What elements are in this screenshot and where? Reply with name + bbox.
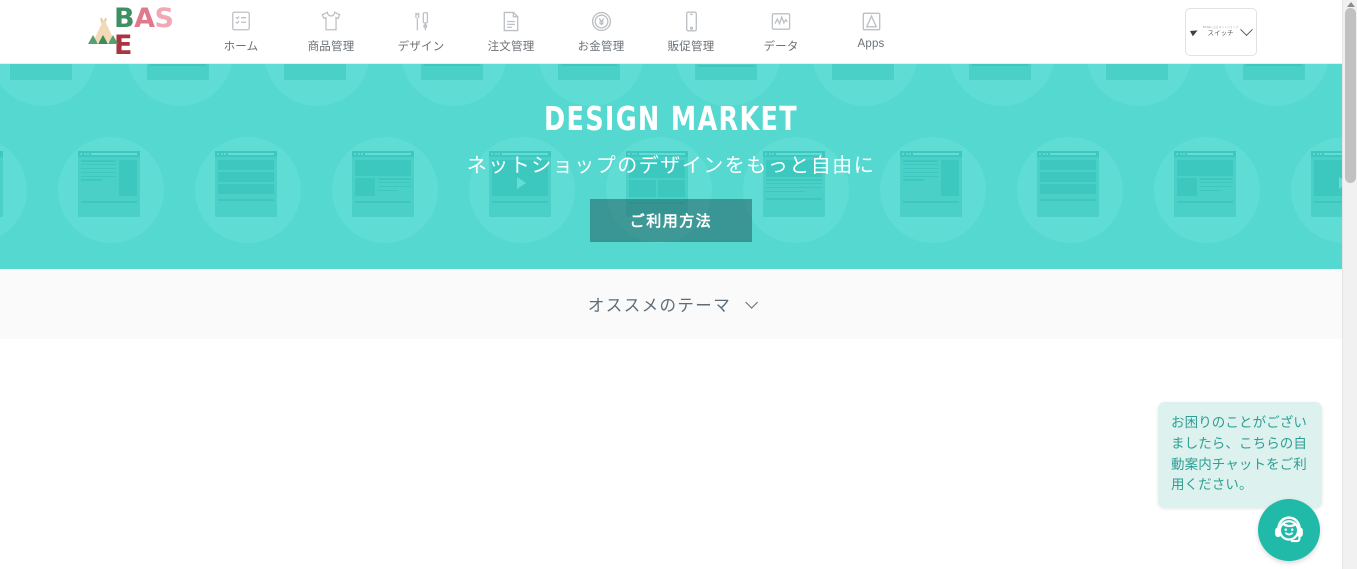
tepee-icon xyxy=(88,17,118,47)
nav-label-orders: 注文管理 xyxy=(487,41,535,53)
recommended-themes-toggle[interactable]: オススメのテーマ xyxy=(0,269,1342,339)
nav-label-home: ホーム xyxy=(223,41,259,53)
shop-selector-name: スイッチ xyxy=(1207,29,1234,37)
nav-item-data[interactable]: データ xyxy=(736,0,826,54)
chat-launcher-button[interactable] xyxy=(1258,499,1320,561)
nav-label-money: お金管理 xyxy=(577,41,625,53)
chevron-down-icon xyxy=(745,295,759,309)
line-chart-icon xyxy=(736,6,826,36)
hero-content: DESIGN MARKET ネットショップのデザインをもっと自由に ご利用方法 xyxy=(0,64,1342,242)
checklist-icon xyxy=(196,6,286,36)
nav-label-apps: Apps xyxy=(857,38,885,50)
logo-letter-a: A xyxy=(134,3,155,34)
shop-selector-text: BASEによるネットショップ スイッチ xyxy=(1203,27,1239,37)
nav-item-home[interactable]: ホーム xyxy=(196,0,286,54)
base-logo[interactable]: BASE xyxy=(88,5,176,59)
nav-label-design: デザイン xyxy=(397,41,445,53)
tools-icon xyxy=(376,6,466,36)
chat-tooltip: お困りのことがございましたら、こちらの自動案内チャットをご利用ください。 xyxy=(1158,402,1322,520)
hero-banner: DESIGN MARKET ネットショップのデザインをもっと自由に ご利用方法 xyxy=(0,64,1342,269)
nav-item-orders[interactable]: 注文管理 xyxy=(466,0,556,54)
hero-usage-button[interactable]: ご利用方法 xyxy=(589,199,753,242)
tepee-box-icon xyxy=(826,6,916,36)
chevron-down-icon xyxy=(1240,22,1254,36)
nav-item-apps[interactable]: Apps xyxy=(826,0,916,50)
main-navigation: ホーム 商品管理 デザイン 注文管理 お金管理 販促管理 データ Apps xyxy=(196,0,916,64)
support-agent-icon xyxy=(1275,516,1303,543)
page-content: BASE ホーム 商品管理 デザイン 注文管理 お金管理 販促管理 データ Ap… xyxy=(0,0,1342,569)
nav-label-data: データ xyxy=(763,41,799,53)
logo-letter-b: B xyxy=(114,3,135,34)
smartphone-icon xyxy=(646,6,736,36)
chat-tooltip-message: お困りのことがございましたら、こちらの自動案内チャットをご利用ください。 xyxy=(1171,415,1307,493)
recommended-themes-label: オススメのテーマ xyxy=(587,297,732,315)
nav-label-products: 商品管理 xyxy=(307,41,355,53)
shop-selector[interactable]: BASEによるネットショップ スイッチ xyxy=(1185,8,1257,56)
nav-item-money[interactable]: お金管理 xyxy=(556,0,646,54)
nav-item-products[interactable]: 商品管理 xyxy=(286,0,376,54)
document-icon xyxy=(466,6,556,36)
browser-viewport: BASE ホーム 商品管理 デザイン 注文管理 お金管理 販促管理 データ Ap… xyxy=(0,0,1357,569)
hero-subtitle: ネットショップのデザインをもっと自由に xyxy=(466,155,876,177)
nav-label-promotion: 販促管理 xyxy=(667,41,715,53)
pen-icon xyxy=(1189,27,1199,37)
tshirt-icon xyxy=(286,6,376,36)
page-scrollbar[interactable] xyxy=(1342,0,1357,569)
nav-item-promotion[interactable]: 販促管理 xyxy=(646,0,736,54)
base-logo-wordmark: BASE xyxy=(114,5,176,59)
scroll-up-arrow-icon[interactable] xyxy=(1347,2,1355,7)
site-header: BASE ホーム 商品管理 デザイン 注文管理 お金管理 販促管理 データ Ap… xyxy=(0,0,1342,64)
logo-letter-s: S xyxy=(154,3,174,34)
nav-item-design[interactable]: デザイン xyxy=(376,0,466,54)
yen-coin-icon xyxy=(556,6,646,36)
scrollbar-thumb[interactable] xyxy=(1345,8,1356,183)
theme-grid: DEPARTMENTのように、デザイナーズ家具・インテリア雑貨などに適したテーマ… xyxy=(0,339,1342,569)
hero-title: DESIGN MARKET xyxy=(544,99,798,138)
